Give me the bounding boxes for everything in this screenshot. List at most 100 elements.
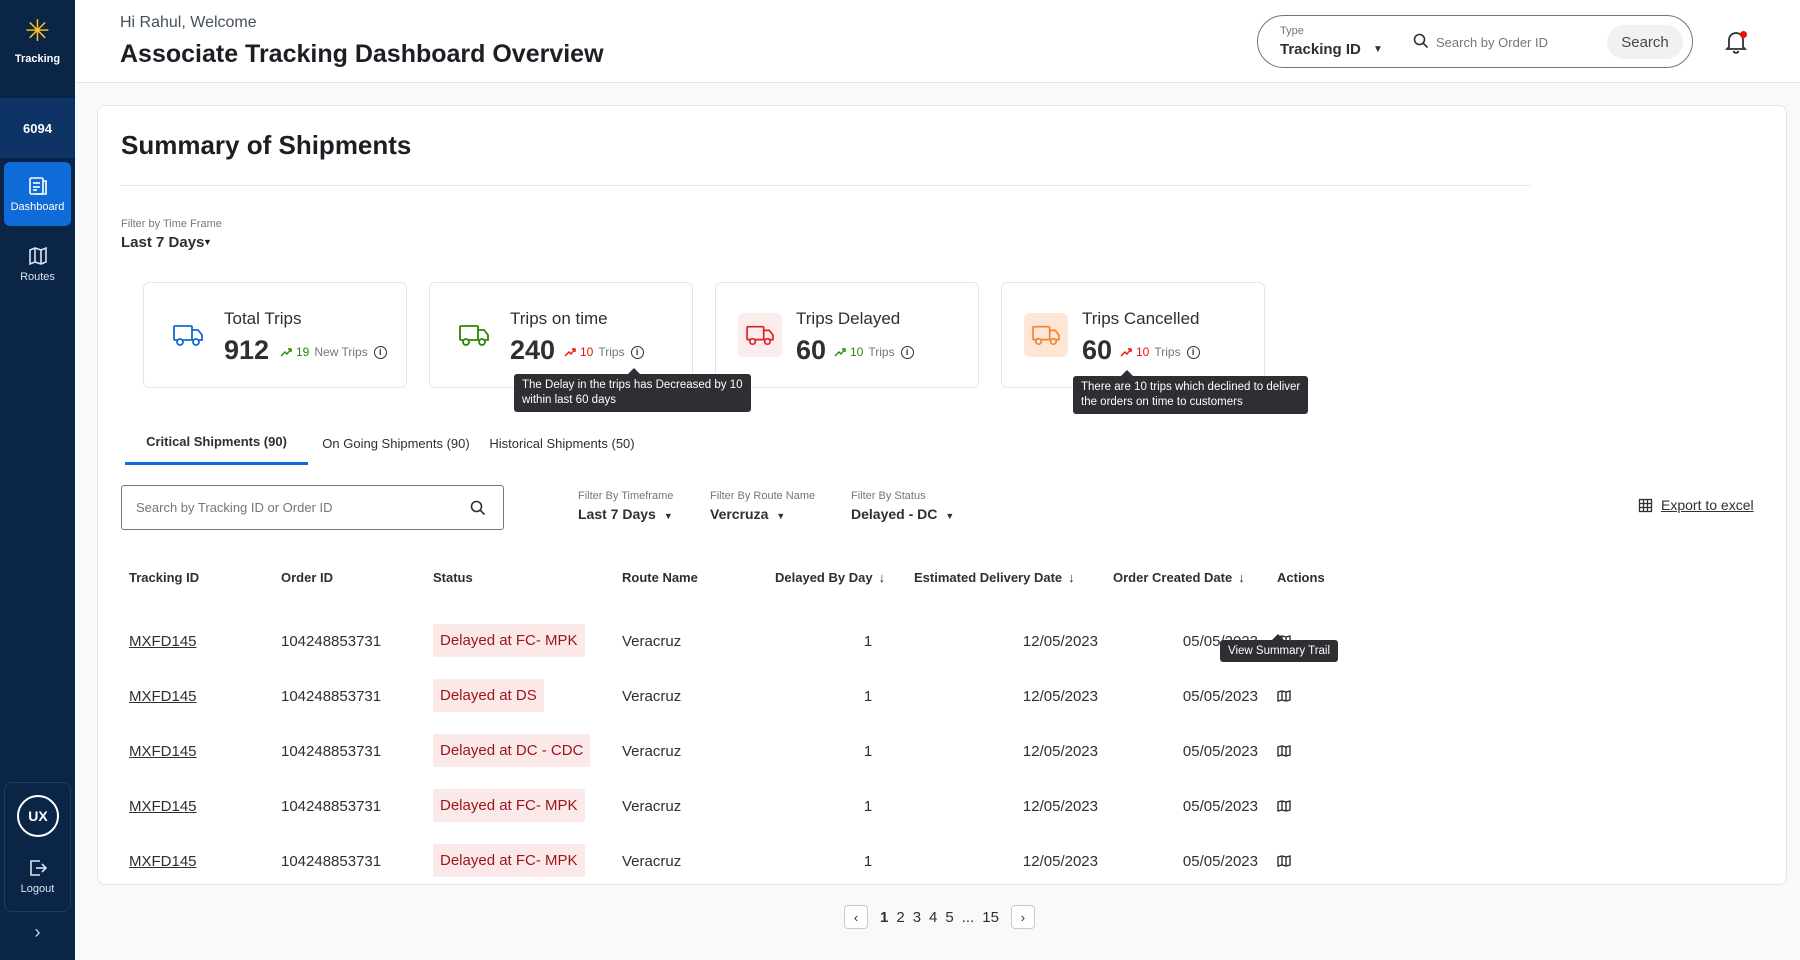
tab-historical-shipments[interactable]: Historical Shipments (50)	[483, 421, 641, 465]
logout-label: Logout	[20, 883, 55, 895]
estimated-delivery-date: 12/05/2023	[1022, 743, 1098, 760]
card-icon-wrap	[738, 313, 782, 357]
filter-value-text: Last 7 Days	[578, 506, 656, 522]
card-trips-delayed: Trips Delayed 60 10 Trips i	[715, 282, 979, 388]
summary-trail-icon[interactable]	[1277, 744, 1291, 758]
sidebar-item-routes[interactable]: Routes	[4, 232, 71, 296]
tracking-id-link[interactable]: MXFD145	[129, 798, 197, 815]
info-icon[interactable]: i	[1186, 345, 1200, 359]
col-header-estimated-delivery-date[interactable]: Estimated Delivery Date ↓	[914, 570, 1075, 585]
chevron-right-icon: ›	[1020, 909, 1026, 925]
order-created-date: 05/05/2023	[1182, 798, 1258, 815]
sidebar-expand-button[interactable]: ›	[0, 922, 75, 943]
col-header-label: Delayed By Day	[775, 570, 873, 585]
card-value: 60	[1082, 335, 1113, 365]
spreadsheet-icon	[1638, 498, 1653, 512]
logout-button[interactable]: Logout	[5, 857, 70, 895]
col-header-route-name: Route Name	[622, 570, 698, 585]
info-icon[interactable]: i	[900, 345, 914, 359]
sidebar-item-label: Dashboard	[10, 201, 65, 213]
route-name: Veracruz	[622, 633, 682, 650]
chevron-down-icon[interactable]: ▼	[1373, 44, 1383, 55]
col-header-order-created-date[interactable]: Order Created Date ↓	[1113, 570, 1245, 585]
timeframe-select[interactable]: Last 7 Days	[121, 234, 204, 251]
page-number[interactable]: 15	[982, 909, 999, 926]
tracking-id-link[interactable]: MXFD145	[129, 688, 197, 705]
delayed-by-day: 1	[863, 688, 873, 705]
status-badge: Delayed at FC- MPK	[433, 789, 585, 822]
chevron-down-icon: ▼	[945, 511, 955, 521]
sort-arrow-icon: ↓	[1238, 570, 1245, 585]
card-value: 240	[510, 335, 556, 365]
card-trend-text: Trips	[1154, 345, 1181, 359]
table-search-input[interactable]: Search by Tracking ID or Order ID	[121, 485, 504, 530]
tracking-id-link[interactable]: MXFD145	[129, 853, 197, 870]
filter-caption: Filter By Route Name	[710, 490, 816, 502]
notification-badge	[1740, 31, 1747, 38]
logout-icon	[29, 860, 47, 876]
divider	[121, 185, 1531, 186]
search-icon	[1413, 33, 1429, 49]
filter-caption: Filter By Timeframe	[578, 490, 674, 502]
info-icon[interactable]: i	[373, 345, 387, 359]
summary-trail-icon[interactable]	[1277, 854, 1291, 868]
tooltip-on-time: The Delay in the trips has Decreased by …	[514, 368, 751, 412]
tracking-id-link[interactable]: MXFD145	[129, 633, 197, 650]
order-id: 104248853731	[281, 688, 382, 705]
page-number[interactable]: 5	[945, 909, 953, 926]
filter-timeframe[interactable]: Filter By Timeframe Last 7 Days ▼	[578, 490, 673, 522]
col-header-delayed-by-day[interactable]: Delayed By Day ↓	[775, 570, 885, 585]
page-number[interactable]: 4	[929, 909, 937, 926]
card-trend-number: 10	[850, 345, 864, 359]
spark-logo-icon: ✳	[24, 15, 51, 48]
page-title: Associate Tracking Dashboard Overview	[120, 40, 604, 68]
route-name: Veracruz	[622, 798, 682, 815]
card-trend: 10 Trips i	[564, 345, 644, 359]
search-input[interactable]: Search by Order ID	[1436, 35, 1548, 50]
card-trend-number: 10	[580, 345, 594, 359]
tooltip-line: There are 10 trips which declined to del…	[1081, 381, 1301, 393]
truck-icon	[173, 325, 203, 346]
status-badge: Delayed at FC- MPK	[433, 624, 585, 657]
card-trend-text: Trips	[598, 345, 625, 359]
avatar[interactable]: UX	[17, 795, 59, 837]
filter-value: Vercruza ▼	[710, 506, 815, 522]
card-icon-wrap	[1024, 313, 1068, 357]
card-trend-number: 10	[1136, 345, 1150, 359]
page-number[interactable]: 2	[896, 909, 904, 926]
search-button[interactable]: Search	[1607, 25, 1683, 59]
filter-route-name[interactable]: Filter By Route Name Vercruza ▼	[710, 490, 815, 522]
tab-critical-shipments[interactable]: Critical Shipments (90)	[125, 421, 308, 465]
col-header-label: Estimated Delivery Date	[914, 570, 1063, 585]
tooltip-line: The Delay in the trips has Decreased by …	[522, 379, 743, 391]
store-number[interactable]: 6094	[0, 98, 75, 158]
page-number[interactable]: 1	[880, 909, 888, 926]
search-type-select[interactable]: Tracking ID	[1280, 41, 1361, 58]
section-title: Summary of Shipments	[121, 130, 412, 160]
tooltip-cancelled: There are 10 trips which declined to del…	[1073, 370, 1309, 414]
next-page-button[interactable]: ›	[1010, 905, 1035, 929]
chevron-down-icon[interactable]: ▼	[203, 237, 212, 247]
trend-icon	[834, 348, 846, 357]
export-to-excel-button[interactable]: Export to excel	[1638, 497, 1754, 513]
estimated-delivery-date: 12/05/2023	[1022, 853, 1098, 870]
sidebar: ✳ Tracking 6094 Dashboard Routes UX Logo…	[0, 0, 75, 960]
filter-status[interactable]: Filter By Status Delayed - DC ▼	[851, 490, 954, 522]
previous-page-button[interactable]: ‹	[844, 905, 868, 929]
table-search-placeholder: Search by Tracking ID or Order ID	[136, 500, 333, 515]
delayed-by-day: 1	[863, 743, 873, 760]
tracking-id-link[interactable]: MXFD145	[129, 743, 197, 760]
col-header-status: Status	[433, 570, 473, 585]
page-ellipsis: ...	[961, 908, 975, 926]
page-number[interactable]: 3	[913, 909, 921, 926]
sidebar-item-dashboard[interactable]: Dashboard	[4, 162, 71, 226]
tab-ongoing-shipments[interactable]: On Going Shipments (90)	[317, 421, 475, 465]
card-trips-cancelled: Trips Cancelled 60 10 Trips i	[1001, 282, 1265, 388]
table-row: MXFD145 104248853731 Delayed at FC- MPK …	[98, 780, 1298, 834]
app-logo[interactable]: ✳ Tracking	[0, 0, 75, 82]
info-icon[interactable]: i	[630, 345, 644, 359]
tooltip-line: within last 60 days	[522, 394, 616, 406]
status-badge: Delayed at DC - CDC	[433, 734, 591, 767]
summary-trail-icon[interactable]	[1277, 799, 1291, 813]
summary-trail-icon[interactable]	[1277, 689, 1291, 703]
